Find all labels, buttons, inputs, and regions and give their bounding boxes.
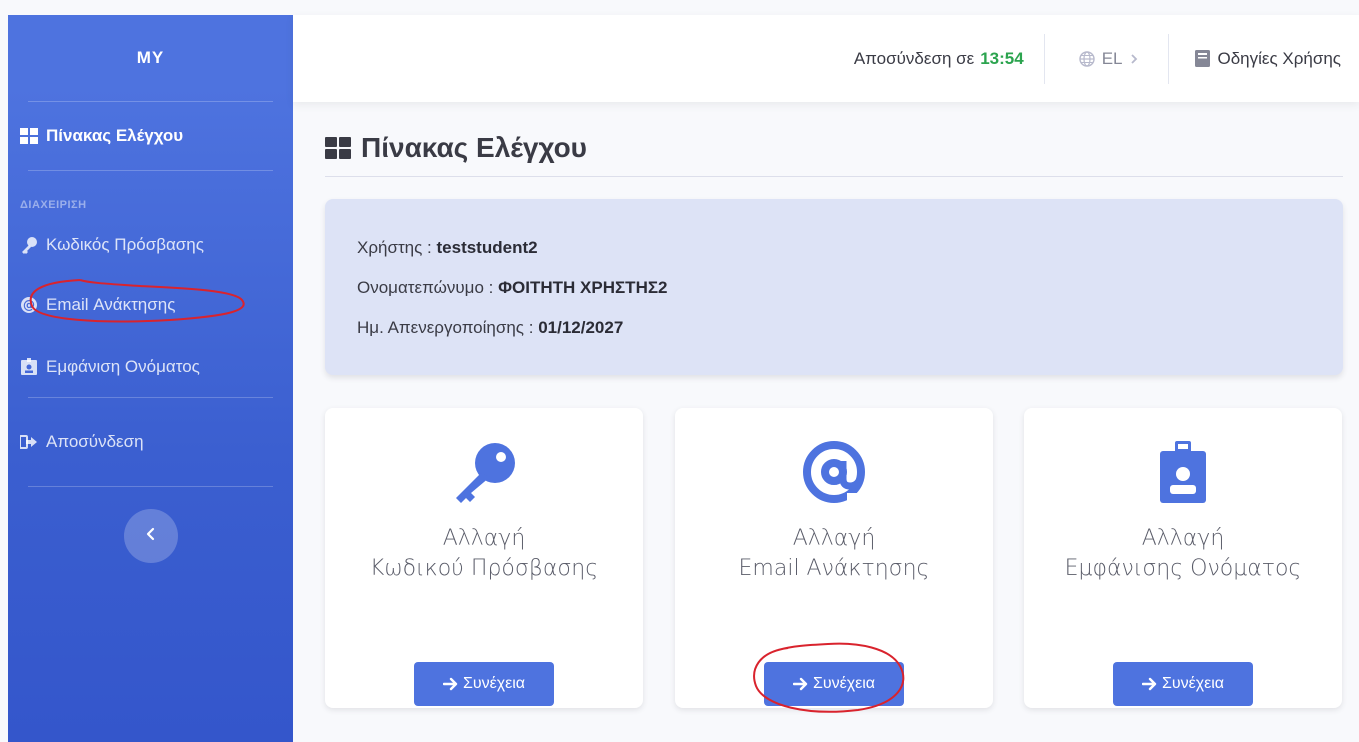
user-info-card: Χρήστης : teststudent2 Ονοματεπώνυμο : Φ… <box>325 199 1343 375</box>
continue-button[interactable]: Συνέχεια <box>1113 662 1253 706</box>
change-display-name-card: Αλλαγή Εμφάνισης Ονόματος Συνέχεια <box>1024 408 1342 708</box>
chevron-right-icon <box>1130 53 1138 65</box>
book-icon <box>1195 50 1211 67</box>
at-icon <box>803 441 865 503</box>
sidebar-divider <box>28 486 273 487</box>
user-manual-link[interactable]: Οδηγίες Χρήσης <box>1169 29 1359 89</box>
sidebar-item-label: Email Ανάκτησης <box>46 295 176 314</box>
language-code: EL <box>1101 48 1123 68</box>
continue-button[interactable]: Συνέχεια <box>764 662 904 706</box>
card-title: Αλλαγή Κωδικού Πρόσβασης <box>370 524 598 584</box>
sidebar-item-label: Αποσύνδεση <box>46 432 144 451</box>
card-title-line: Εμφάνισης Ονόματος <box>1064 556 1302 581</box>
sidebar-item-label: Κωδικός Πρόσβασης <box>46 235 204 254</box>
expiry-value: 01/12/2027 <box>538 318 624 337</box>
sidebar-item-label: Πίνακας Ελέγχου <box>46 126 184 145</box>
key-icon <box>20 236 38 254</box>
user-manual-label: Οδηγίες Χρήσης <box>1217 48 1341 68</box>
continue-button-label: Συνέχεια <box>1161 675 1225 692</box>
sidebar: MY Πίνακας Ελέγχου ΔΙΑΧΕΙΡΙΣΗ Κωδικός Πρ… <box>8 15 293 742</box>
sidebar-item-recovery-email[interactable]: @ Email Ανάκτησης <box>8 273 293 337</box>
arrow-right-icon <box>792 677 809 691</box>
session-timer-label: Αποσύνδεση σε <box>853 48 975 68</box>
at-icon: @ <box>20 296 38 314</box>
sidebar-brand[interactable]: MY <box>8 15 293 101</box>
sidebar-item-dashboard[interactable]: Πίνακας Ελέγχου <box>8 102 293 170</box>
key-icon <box>451 441 517 503</box>
grid-icon <box>20 127 38 145</box>
id-badge-icon <box>1160 441 1206 503</box>
svg-text:@: @ <box>23 298 35 312</box>
sidebar-section-heading: ΔΙΑΧΕΙΡΙΣΗ <box>20 199 87 211</box>
username-label: Χρήστης : <box>357 238 437 257</box>
arrow-right-icon <box>442 677 459 691</box>
card-title-line: Αλλαγή <box>792 526 876 551</box>
arrow-right-icon <box>1141 677 1158 691</box>
title-divider <box>325 176 1343 177</box>
card-title-line: Email Ανάκτησης <box>738 556 930 581</box>
fullname-label: Ονοματεπώνυμο : <box>357 278 499 297</box>
card-title-line: Κωδικού Πρόσβασης <box>369 556 599 581</box>
id-badge-icon <box>20 358 38 376</box>
grid-icon <box>325 136 351 160</box>
fullname-value: ΦΟΙΤΗΤΗ ΧΡΗΣΤΗΣ2 <box>498 278 668 297</box>
continue-button[interactable]: Συνέχεια <box>414 662 554 706</box>
expiry-label: Ημ. Απενεργοποίησης : <box>357 318 539 337</box>
card-title: Αλλαγή Εμφάνισης Ονόματος <box>1065 524 1302 584</box>
username-row: Χρήστης : teststudent2 <box>357 235 1311 275</box>
globe-icon <box>1078 50 1095 67</box>
continue-button-label: Συνέχεια <box>812 675 876 692</box>
page-title: Πίνακας Ελέγχου <box>325 132 587 164</box>
language-selector[interactable]: EL <box>1045 29 1169 89</box>
card-title-line: Αλλαγή <box>442 526 526 551</box>
username-value: teststudent2 <box>436 238 538 257</box>
session-timer: Αποσύνδεση σε 13:54 <box>834 29 1044 89</box>
page-title-text: Πίνακας Ελέγχου <box>361 132 587 163</box>
continue-button-label: Συνέχεια <box>462 675 526 692</box>
chevron-left-icon <box>145 527 157 546</box>
sidebar-item-password[interactable]: Κωδικός Πρόσβασης <box>8 217 293 273</box>
expiry-row: Ημ. Απενεργοποίησης : 01/12/2027 <box>357 315 1311 355</box>
sidebar-item-label: Εμφάνιση Ονόματος <box>46 357 200 376</box>
change-email-card: Αλλαγή Email Ανάκτησης Συνέχεια <box>675 408 993 708</box>
sidebar-item-logout[interactable]: Αποσύνδεση <box>8 398 293 486</box>
card-title-line: Αλλαγή <box>1141 526 1225 551</box>
topbar: Αποσύνδεση σε 13:54 EL Οδηγίες Χρήσης <box>293 15 1359 102</box>
session-timer-value: 13:54 <box>980 48 1024 68</box>
change-password-card: Αλλαγή Κωδικού Πρόσβασης Συνέχεια <box>325 408 643 708</box>
card-title: Αλλαγή Email Ανάκτησης <box>739 524 930 584</box>
sidebar-toggle-button[interactable] <box>123 509 178 563</box>
sign-out-icon <box>20 433 38 451</box>
fullname-row: Ονοματεπώνυμο : ΦΟΙΤΗΤΗ ΧΡΗΣΤΗΣ2 <box>357 275 1311 315</box>
sidebar-item-display-name[interactable]: Εμφάνιση Ονόματος <box>8 337 293 397</box>
